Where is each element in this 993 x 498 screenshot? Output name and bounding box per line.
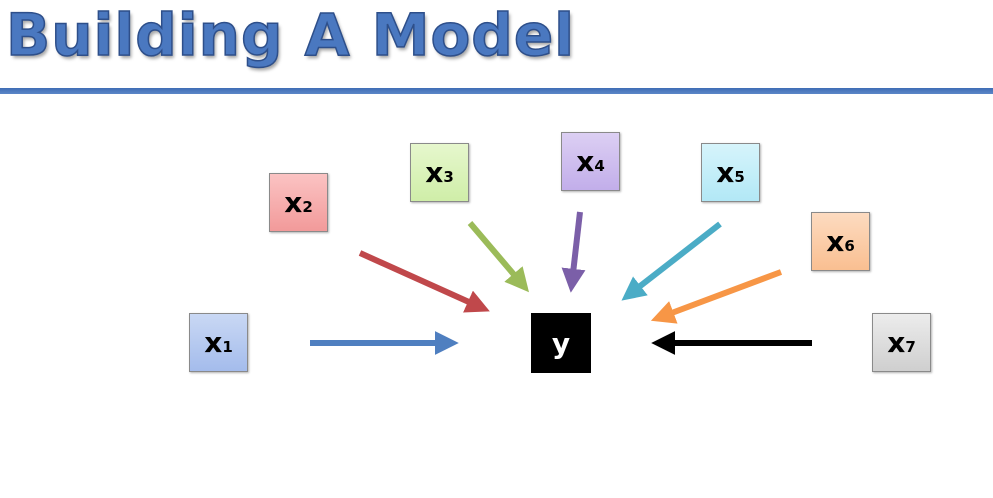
arrow-x6 — [650, 269, 783, 324]
var-label: x — [284, 186, 303, 219]
var-label: x — [204, 326, 223, 359]
input-box-x3: x3 — [410, 143, 469, 202]
input-box-x5: x5 — [701, 143, 760, 202]
output-box-y: y — [531, 313, 591, 373]
arrow-x2 — [358, 250, 490, 313]
subscript: 2 — [302, 197, 313, 216]
input-box-x4: x4 — [561, 132, 620, 191]
subscript: 3 — [443, 167, 454, 186]
input-box-x2: x2 — [269, 173, 328, 232]
var-label: x — [576, 145, 595, 178]
input-box-x1: x1 — [189, 313, 248, 372]
var-label: x — [887, 326, 906, 359]
var-label: x — [716, 156, 735, 189]
arrow-x5 — [621, 221, 722, 301]
subscript: 6 — [844, 236, 855, 255]
arrow-x4 — [561, 211, 586, 293]
var-label: x — [425, 156, 444, 189]
arrow-x3 — [467, 221, 530, 293]
input-box-x6: x6 — [811, 212, 870, 271]
subscript: 4 — [594, 156, 605, 175]
subscript: 1 — [222, 337, 233, 356]
subscript: 5 — [734, 167, 745, 186]
subscript: 7 — [905, 337, 916, 356]
input-box-x7: x7 — [872, 313, 931, 372]
var-label: x — [826, 225, 845, 258]
